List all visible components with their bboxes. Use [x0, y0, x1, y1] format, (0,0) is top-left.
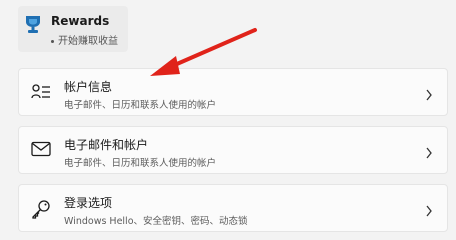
- sign-in-options-description: Windows Hello、安全密钥、密码、动态锁: [64, 216, 248, 227]
- mail-icon: [31, 141, 51, 161]
- account-info-icon: [31, 83, 51, 105]
- chevron-right-icon: [425, 86, 433, 105]
- sign-in-options-title: 登录选项: [64, 196, 113, 210]
- email-accounts-item[interactable]: 电子邮件和帐户 电子邮件、日历和联系人使用的帐户: [18, 126, 448, 174]
- account-info-title: 帐户信息: [64, 80, 113, 94]
- chevron-right-icon: [425, 202, 433, 221]
- account-info-item[interactable]: 帐户信息 电子邮件、日历和联系人使用的帐户: [18, 68, 448, 116]
- chevron-right-icon: [425, 144, 433, 163]
- rewards-panel[interactable]: Rewards 开始赚取收益: [18, 6, 128, 52]
- rewards-subtitle-text: 开始赚取收益: [58, 36, 118, 47]
- email-accounts-title: 电子邮件和帐户: [64, 138, 149, 152]
- account-info-description: 电子邮件、日历和联系人使用的帐户: [64, 100, 217, 111]
- rewards-subtitle: 开始赚取收益: [51, 32, 118, 47]
- sign-in-options-item[interactable]: 登录选项 Windows Hello、安全密钥、密码、动态锁: [18, 184, 448, 232]
- key-icon: [31, 199, 51, 223]
- rewards-trophy-icon: [24, 15, 42, 39]
- rewards-title: Rewards: [51, 14, 110, 28]
- bullet-dot: [51, 39, 54, 43]
- email-accounts-description: 电子邮件、日历和联系人使用的帐户: [64, 158, 217, 169]
